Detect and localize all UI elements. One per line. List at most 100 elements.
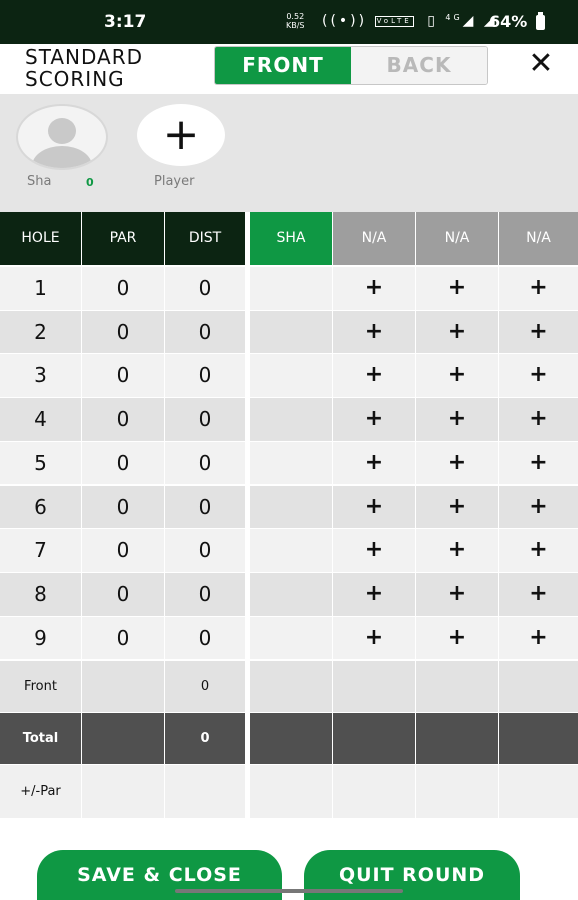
add-score-icon[interactable]: +	[416, 616, 498, 660]
header-col-hole: HOLE	[0, 212, 81, 265]
summary-player-cell	[333, 765, 415, 819]
add-score-icon[interactable]: +	[333, 354, 415, 398]
summary-par	[82, 713, 164, 765]
add-score-icon[interactable]: +	[333, 616, 415, 660]
vibrate-icon: ▯	[427, 13, 438, 29]
add-score-icon[interactable]: +	[333, 529, 415, 572]
tab-front[interactable]: FRONT	[215, 47, 351, 84]
page-title: STANDARD SCORING	[25, 45, 144, 91]
summary-dist: 0	[165, 661, 245, 713]
tab-back[interactable]: BACK	[351, 47, 487, 84]
add-score-icon[interactable]: +	[499, 398, 578, 441]
cell-hole: 9	[0, 616, 81, 660]
network-speed-value: 0.52	[286, 12, 305, 21]
cell-par: 0	[82, 441, 164, 485]
cell-par: 0	[82, 310, 164, 354]
status-icons: ((•)) VoLTE ▯ 4G◢ ◢	[322, 13, 498, 29]
summary-par	[82, 661, 164, 713]
summary-label: +/-Par	[0, 765, 81, 819]
cell-par: 0	[82, 398, 164, 441]
cell-par: 0	[82, 616, 164, 660]
add-score-icon[interactable]: +	[416, 572, 498, 616]
score-cell-sha[interactable]	[250, 354, 332, 398]
add-score-icon[interactable]: +	[499, 354, 578, 398]
app-header: STANDARD SCORING FRONT BACK ✕	[0, 44, 578, 94]
add-score-icon[interactable]: +	[333, 485, 415, 529]
summary-player-cell	[250, 765, 332, 819]
battery-icon	[536, 12, 545, 30]
add-score-icon[interactable]: +	[416, 441, 498, 485]
add-score-icon[interactable]: +	[333, 267, 415, 310]
cell-par: 0	[82, 485, 164, 529]
summary-label: Total	[0, 713, 81, 765]
add-score-icon[interactable]: +	[499, 485, 578, 529]
add-score-icon[interactable]: +	[499, 310, 578, 354]
header-col-na-1: N/A	[333, 212, 415, 265]
cell-hole: 6	[0, 485, 81, 529]
cell-hole: 3	[0, 354, 81, 398]
cell-dist: 0	[165, 267, 245, 310]
add-score-icon[interactable]: +	[499, 572, 578, 616]
add-score-icon[interactable]: +	[416, 485, 498, 529]
summary-player-cell	[250, 661, 332, 713]
cell-hole: 5	[0, 441, 81, 485]
summary-par	[82, 765, 164, 819]
add-score-icon[interactable]: +	[499, 529, 578, 572]
add-score-icon[interactable]: +	[333, 398, 415, 441]
summary-player-cell	[416, 661, 498, 713]
avatar-body-icon	[32, 146, 92, 168]
cell-dist: 0	[165, 485, 245, 529]
cell-par: 0	[82, 267, 164, 310]
cell-dist: 0	[165, 616, 245, 660]
header-col-na-3: N/A	[499, 212, 578, 265]
cell-hole: 2	[0, 310, 81, 354]
summary-player-cell	[416, 765, 498, 819]
hotspot-icon: ((•))	[322, 13, 368, 29]
volte-icon: VoLTE	[374, 15, 414, 27]
score-cell-sha[interactable]	[250, 529, 332, 572]
score-cell-sha[interactable]	[250, 310, 332, 354]
add-score-icon[interactable]: +	[416, 529, 498, 572]
summary-dist: 0	[165, 713, 245, 765]
cell-dist: 0	[165, 572, 245, 616]
cell-dist: 0	[165, 441, 245, 485]
cell-par: 0	[82, 572, 164, 616]
score-cell-sha[interactable]	[250, 398, 332, 441]
score-cell-sha[interactable]	[250, 616, 332, 660]
avatar[interactable]	[16, 104, 108, 170]
battery-percent: 64%	[489, 12, 528, 31]
cell-dist: 0	[165, 310, 245, 354]
summary-player-cell	[333, 661, 415, 713]
add-score-icon[interactable]: +	[333, 310, 415, 354]
summary-player-cell	[416, 713, 498, 765]
add-score-icon[interactable]: +	[499, 267, 578, 310]
cell-hole: 8	[0, 572, 81, 616]
network-speed-unit: KB/S	[286, 21, 305, 30]
summary-player-cell	[499, 713, 578, 765]
summary-player-cell	[250, 713, 332, 765]
header-col-na-2: N/A	[416, 212, 498, 265]
add-score-icon[interactable]: +	[416, 398, 498, 441]
summary-player-cell	[499, 661, 578, 713]
add-score-icon[interactable]: +	[333, 441, 415, 485]
gesture-nav-handle[interactable]	[175, 889, 403, 893]
header-col-dist: DIST	[165, 212, 245, 265]
score-cell-sha[interactable]	[250, 267, 332, 310]
cell-par: 0	[82, 529, 164, 572]
add-score-icon[interactable]: +	[499, 441, 578, 485]
add-score-icon[interactable]: +	[333, 572, 415, 616]
add-score-icon[interactable]: +	[416, 267, 498, 310]
add-score-icon[interactable]: +	[416, 354, 498, 398]
player-score: 0	[86, 176, 94, 189]
add-player-button[interactable]: +	[137, 104, 225, 166]
players-bar: Sha 0 + Player	[0, 94, 578, 212]
score-cell-sha[interactable]	[250, 572, 332, 616]
add-score-icon[interactable]: +	[416, 310, 498, 354]
add-player-label: Player	[154, 174, 195, 189]
close-icon[interactable]: ✕	[527, 49, 555, 79]
score-cell-sha[interactable]	[250, 441, 332, 485]
summary-player-cell	[333, 713, 415, 765]
clock: 3:17	[104, 12, 147, 32]
score-cell-sha[interactable]	[250, 485, 332, 529]
add-score-icon[interactable]: +	[499, 616, 578, 660]
